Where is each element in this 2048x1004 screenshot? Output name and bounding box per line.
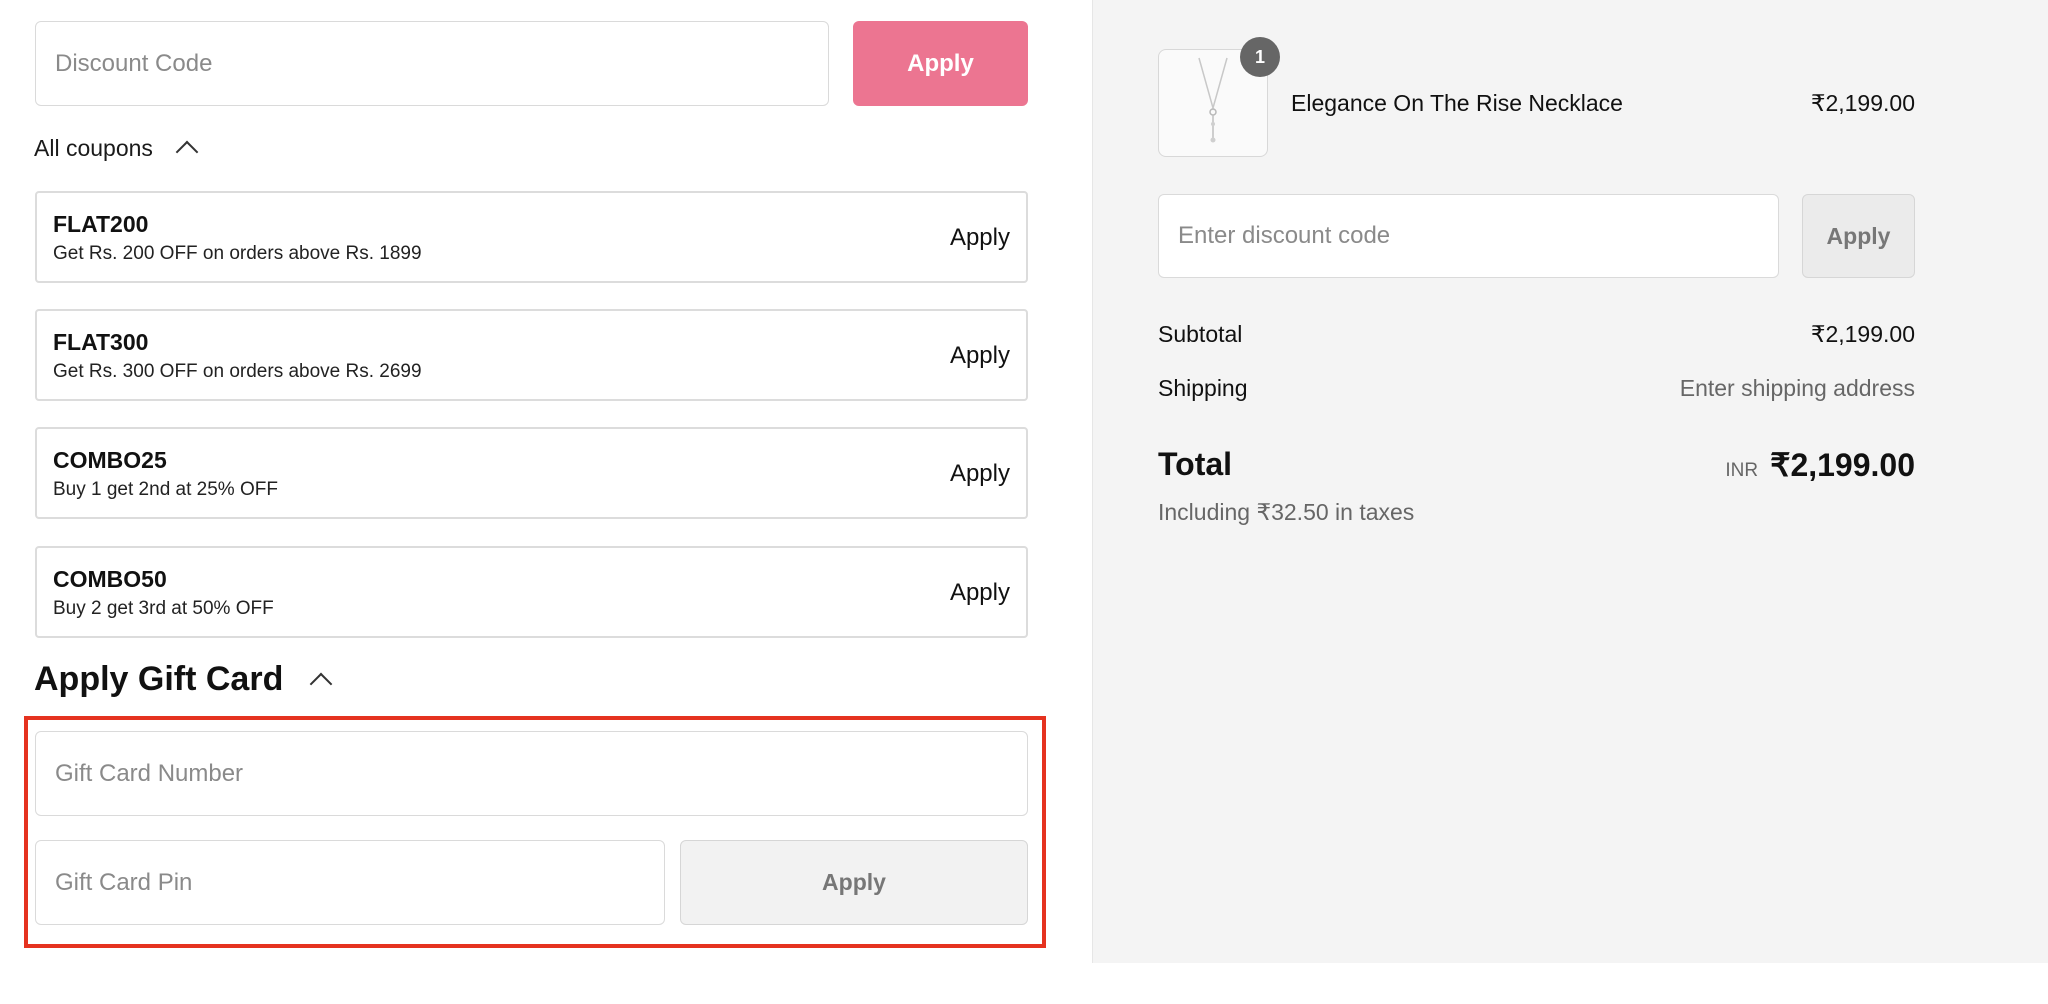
gift-card-number-input[interactable] <box>35 731 1028 816</box>
gift-card-toggle[interactable]: Apply Gift Card <box>34 660 333 699</box>
coupon-card: FLAT200 Get Rs. 200 OFF on orders above … <box>35 191 1028 283</box>
coupon-code: FLAT200 <box>53 211 149 237</box>
coupon-apply-button[interactable]: Apply <box>950 579 1010 607</box>
coupon-description: Buy 2 get 3rd at 50% OFF <box>53 598 274 619</box>
subtotal-value: ₹2,199.00 <box>1810 321 1915 347</box>
summary-discount-input[interactable] <box>1158 194 1779 278</box>
gift-card-title: Apply Gift Card <box>34 660 284 698</box>
quantity-badge: 1 <box>1240 37 1280 77</box>
product-price: ₹2,199.00 <box>1810 90 1915 116</box>
taxes-note: Including ₹32.50 in taxes <box>1158 499 1415 525</box>
summary-discount-apply-button[interactable]: Apply <box>1802 194 1915 278</box>
coupon-description: Get Rs. 300 OFF on orders above Rs. 2699 <box>53 361 422 382</box>
shipping-value: Enter shipping address <box>1679 375 1915 401</box>
gift-card-pin-input[interactable] <box>35 840 665 925</box>
total-value: ₹2,199.00 <box>1770 447 1915 483</box>
total-amount: INR ₹2,199.00 <box>1725 446 1915 484</box>
coupon-apply-button[interactable]: Apply <box>950 460 1010 488</box>
shipping-label: Shipping <box>1158 375 1248 401</box>
currency-code: INR <box>1725 460 1759 481</box>
all-coupons-label: All coupons <box>34 134 153 161</box>
coupon-apply-button[interactable]: Apply <box>950 342 1010 370</box>
gift-card-apply-button[interactable]: Apply <box>680 840 1028 925</box>
coupon-code: COMBO50 <box>53 566 167 592</box>
subtotal-label: Subtotal <box>1158 321 1243 347</box>
checkout-form-panel: Apply All coupons FLAT200 Get Rs. 200 OF… <box>0 0 1092 1004</box>
discount-apply-button[interactable]: Apply <box>853 21 1028 106</box>
all-coupons-toggle[interactable]: All coupons <box>34 132 199 164</box>
coupon-code: COMBO25 <box>53 447 167 473</box>
chevron-up-icon <box>175 140 199 164</box>
coupon-card: COMBO50 Buy 2 get 3rd at 50% OFF Apply <box>35 546 1028 638</box>
discount-code-input[interactable] <box>35 21 829 106</box>
coupon-card: FLAT300 Get Rs. 300 OFF on orders above … <box>35 309 1028 401</box>
coupon-description: Get Rs. 200 OFF on orders above Rs. 1899 <box>53 243 422 264</box>
product-name: Elegance On The Rise Necklace <box>1291 90 1623 116</box>
total-label: Total <box>1158 446 1233 482</box>
coupon-description: Buy 1 get 2nd at 25% OFF <box>53 479 278 500</box>
chevron-up-icon <box>310 672 333 695</box>
coupon-apply-button[interactable]: Apply <box>950 224 1010 252</box>
coupon-card: COMBO25 Buy 1 get 2nd at 25% OFF Apply <box>35 427 1028 519</box>
coupon-code: FLAT300 <box>53 329 149 355</box>
